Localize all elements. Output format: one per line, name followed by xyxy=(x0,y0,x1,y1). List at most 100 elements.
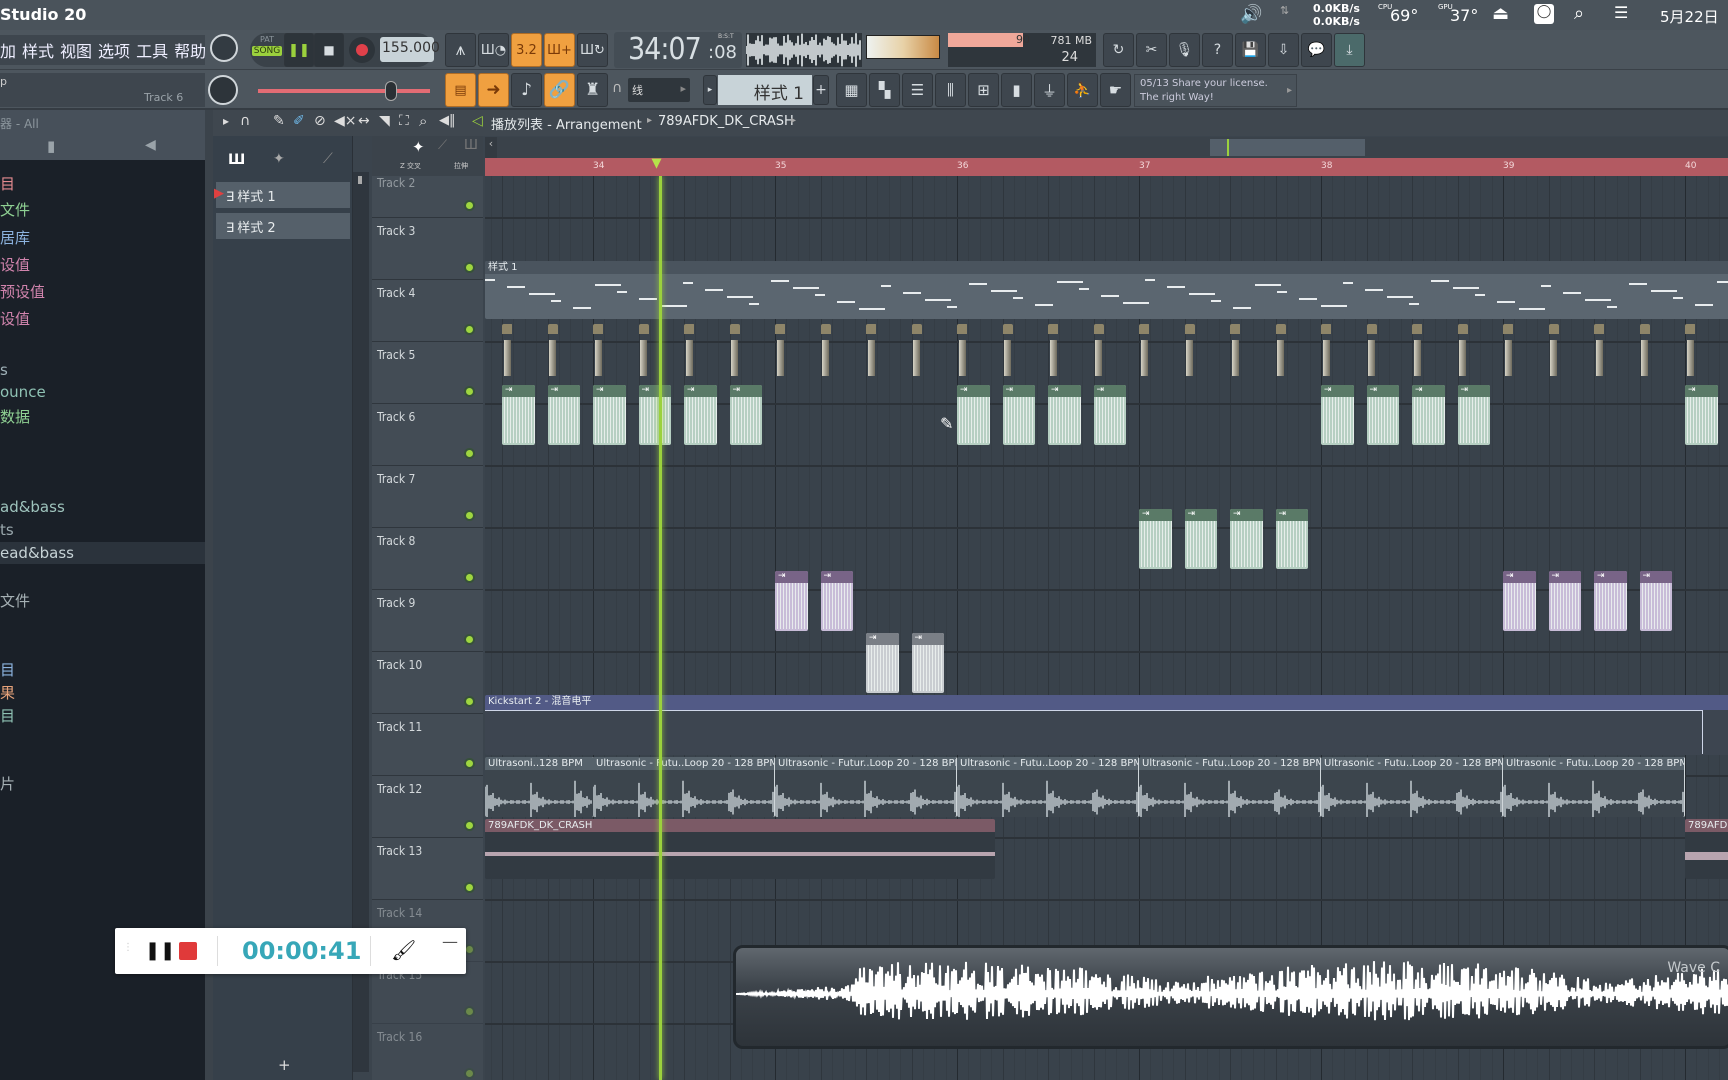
piano-icon[interactable]: Ш xyxy=(228,152,245,168)
track-enable-toggle[interactable] xyxy=(464,200,475,211)
link-button[interactable]: 🔗 xyxy=(544,73,575,107)
beat-clip[interactable] xyxy=(1185,324,1196,380)
minimize-button[interactable]: — xyxy=(442,932,458,951)
browser-item[interactable]: 设值 xyxy=(0,308,30,329)
track-enable-toggle[interactable] xyxy=(464,634,475,645)
beat-clip[interactable] xyxy=(730,324,741,380)
sample-clip[interactable]: ⇥ xyxy=(912,633,945,693)
save-button[interactable]: 💾 xyxy=(1235,33,1266,67)
track-enable-toggle[interactable] xyxy=(464,820,475,831)
beat-clip[interactable] xyxy=(593,324,604,380)
browser-item[interactable]: 片 xyxy=(0,773,15,794)
tap-button[interactable]: ☛ xyxy=(1100,73,1131,107)
chat-button[interactable]: 💬 xyxy=(1301,33,1332,67)
countdown-button[interactable]: 3.2 xyxy=(511,33,542,67)
track-enable-toggle[interactable] xyxy=(464,758,475,769)
search-icon[interactable]: ⌕ xyxy=(1574,3,1584,24)
wait-input-button[interactable]: Ш◔ xyxy=(478,33,509,67)
beat-clip[interactable] xyxy=(912,324,923,380)
beat-clip[interactable] xyxy=(1594,324,1605,380)
beat-clip[interactable] xyxy=(957,324,968,380)
audio-clip[interactable]: 789AFDK_DK_CRASH xyxy=(1685,819,1728,879)
beat-clip[interactable] xyxy=(821,324,832,380)
zoom-icon[interactable]: ⌕ xyxy=(419,112,427,130)
pattern-list-button[interactable]: ▦ xyxy=(836,73,867,107)
playhead-marker-icon[interactable]: ▼ xyxy=(652,156,662,171)
track-enable-toggle[interactable] xyxy=(464,262,475,273)
magnet-icon[interactable]: ∩ xyxy=(240,113,250,129)
track-header[interactable]: Track 8 xyxy=(372,528,483,590)
file-icon[interactable]: ▮ xyxy=(47,137,55,155)
sample-clip[interactable]: ⇥ xyxy=(957,385,990,445)
app-tray-icon[interactable]: ◯ xyxy=(1534,4,1554,24)
record-button[interactable] xyxy=(349,37,375,63)
sample-clip[interactable]: ⇥ xyxy=(548,385,581,445)
automation-icon[interactable]: ⟋ xyxy=(438,138,447,153)
track-header[interactable]: Track 4 xyxy=(372,280,483,342)
tempo-field[interactable]: 155.000 xyxy=(380,37,434,62)
sample-clip[interactable]: ⇥ xyxy=(593,385,626,445)
track-header[interactable]: Track 6 xyxy=(372,404,483,466)
beat-clip[interactable] xyxy=(1412,324,1423,380)
track-header[interactable]: Track 9 xyxy=(372,590,483,652)
sample-clip[interactable]: ⇥ xyxy=(1003,385,1036,445)
track-header[interactable]: Track 2 xyxy=(372,176,483,218)
snap-dropdown[interactable]: 线 ▸ xyxy=(628,78,690,102)
browser-item[interactable]: 设值 xyxy=(0,254,30,275)
beat-clip[interactable] xyxy=(502,324,513,380)
playlist-menu-icon[interactable]: ▸ xyxy=(223,114,229,128)
beat-clip[interactable] xyxy=(1640,324,1651,380)
drag-handle[interactable]: ⋮ xyxy=(123,942,133,953)
browser-button[interactable]: ⊞ xyxy=(968,73,999,107)
delete-icon[interactable]: ⊘ xyxy=(314,113,326,129)
sample-clip[interactable]: ⇥ xyxy=(1503,571,1536,631)
pattern-selector[interactable]: 样式 1 xyxy=(718,75,812,105)
reset-button[interactable]: ↻ xyxy=(1103,33,1134,67)
browser-item[interactable]: ounce xyxy=(0,383,46,401)
beat-clip[interactable] xyxy=(1003,324,1014,380)
browser-item[interactable]: 数据 xyxy=(0,406,30,427)
microphone-button[interactable]: 🎙 xyxy=(1169,33,1200,67)
sample-clip[interactable]: ⇥ xyxy=(639,385,672,445)
beat-clip[interactable] xyxy=(1685,324,1696,380)
hint-bar[interactable]: 05/13 Share your license. The right Way!… xyxy=(1134,74,1297,107)
browser-item[interactable]: 文件 xyxy=(0,590,30,611)
browser-item[interactable]: 果 xyxy=(0,682,15,703)
playlist-overview[interactable]: ‹ xyxy=(485,137,1728,158)
sample-clip[interactable]: ⇥ xyxy=(1458,385,1491,445)
piano-roll-button[interactable]: ♪ xyxy=(511,73,542,107)
plugin-button[interactable]: ⏚ xyxy=(1034,73,1065,107)
add-pattern-button[interactable]: + xyxy=(278,1056,291,1074)
sample-clip[interactable]: ⇥ xyxy=(1685,385,1718,445)
audio-clip[interactable]: Ultrasonic - Futur..Loop 20 - 128 BPM xyxy=(775,757,957,817)
pattern-prev-button[interactable]: ▸ xyxy=(703,75,717,105)
master-slider-handle[interactable] xyxy=(385,81,397,101)
beat-clip[interactable] xyxy=(1367,324,1378,380)
audio-clip[interactable]: Ultrasonic - Futu..Loop 20 - 128 BPM xyxy=(1321,757,1503,817)
sample-clip[interactable]: ⇥ xyxy=(684,385,717,445)
beat-clip[interactable] xyxy=(1094,324,1105,380)
pause-button[interactable]: ❚❚ xyxy=(284,33,314,67)
browser-item[interactable]: 居库 xyxy=(0,227,30,248)
sample-clip[interactable]: ⇥ xyxy=(866,633,899,693)
sample-clip[interactable]: ⇥ xyxy=(502,385,535,445)
menu-item[interactable]: 帮助 xyxy=(174,38,206,62)
track-header[interactable]: Track 10 xyxy=(372,652,483,714)
track-enable-toggle[interactable] xyxy=(464,1068,475,1079)
pattern-item[interactable]: ∃ 样式 2 xyxy=(216,213,350,239)
pencil-icon[interactable]: ✎ xyxy=(273,113,285,129)
browser-item[interactable]: 目 xyxy=(0,173,15,194)
blend-notes-button[interactable]: Ш+ xyxy=(544,33,575,67)
menu-item[interactable]: 视图 xyxy=(60,38,92,62)
timeline-ruler[interactable]: 34 35 36 37 38 39 40 ▼ xyxy=(485,158,1728,176)
browser-item[interactable]: s xyxy=(0,361,8,379)
audio-clip[interactable]: Ultrasoni..128 BPM xyxy=(485,757,594,817)
export-button[interactable]: ⇩ xyxy=(1268,33,1299,67)
audio-clip[interactable]: Ultrasonic - Futu..Loop 20 - 128 BPM xyxy=(957,757,1139,817)
help-button[interactable]: ? xyxy=(1202,33,1233,67)
browser-filter[interactable]: 器 - All xyxy=(0,115,39,132)
mixer-button[interactable]: ⫼ xyxy=(935,73,966,107)
audio-clip[interactable]: Ultrasonic - Futu..Loop 20 - 128 BPM xyxy=(593,757,775,817)
track-header[interactable]: Track 7 xyxy=(372,466,483,528)
browser-item[interactable]: 目 xyxy=(0,705,15,726)
